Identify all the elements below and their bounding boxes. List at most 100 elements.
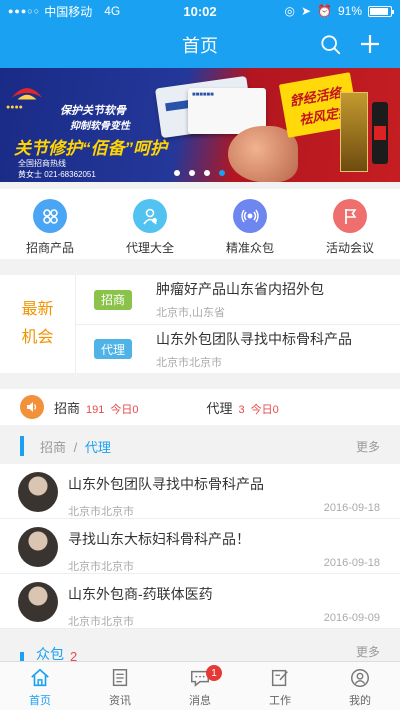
hotline-label: 全国招商热线 [18, 159, 66, 168]
banner-slogan-1: 保护关节软骨 [60, 105, 126, 117]
plus-icon[interactable] [358, 32, 382, 56]
avatar [18, 582, 58, 622]
opportunity-item[interactable]: 代理 山东外包团队寻找中标骨科产品北京市北京市 [76, 324, 400, 373]
list-item-date: 2016-09-18 [323, 557, 380, 569]
tab-label: 我的 [349, 695, 371, 707]
latest-opportunities: 最新 机会 招商 肿瘤好产品山东省内招外包北京市,山东省代理 山东外包团队寻找中标骨… [0, 275, 400, 373]
opportunities-list: 招商 肿瘤好产品山东省内招外包 北京市,山东省 代理 山东外包团队寻找中标骨科产品 北京市… [76, 275, 400, 373]
home-icon [31, 668, 49, 687]
feed-list: 山东外包团队寻找中标骨科产品 北京市北京市 2016-09-18 寻找山东大标妇科骨科… [0, 464, 400, 629]
quick-nav-label: 活动会议 [325, 241, 374, 255]
more-link[interactable]: 更多 [356, 438, 380, 455]
breadcrumb-separator: / [73, 439, 78, 455]
profile-icon [351, 669, 369, 687]
opportunities-title-line1: 最新 [21, 301, 54, 318]
broadcast-icon [233, 199, 267, 233]
section-accent-bar [20, 436, 24, 456]
quick-nav-label: 招商产品 [25, 241, 74, 255]
tab-label: 工作 [269, 695, 291, 707]
news-icon [112, 669, 128, 687]
quick-nav-label: 代理大全 [125, 241, 174, 255]
quick-nav-item[interactable]: 代理大全 [100, 189, 200, 259]
tab-home[interactable]: 首页 [0, 662, 80, 710]
opportunities-title-line2: 机会 [21, 329, 54, 346]
opportunity-item[interactable]: 招商 肿瘤好产品山东省内招外包北京市,山东省 [76, 275, 400, 324]
hotline-number: 黄女士 021-68362051 [18, 170, 96, 179]
tab-bar: 首页 资讯 消息 1 工作 我的 [0, 661, 400, 710]
pager-dot[interactable] [219, 170, 225, 176]
grid-icon [33, 199, 67, 233]
opportunity-title: 肿瘤好产品山东省内招外包 [156, 281, 324, 297]
list-item[interactable]: 山东外包商-药联体医药北京市北京市 2016-09-09 [0, 574, 400, 629]
flag-icon [333, 199, 367, 233]
quick-nav-label: 精准众包 [225, 241, 274, 255]
opportunity-tag: 招商 [94, 289, 132, 310]
list-item-location: 北京市北京市 [68, 561, 134, 573]
tab-profile[interactable]: 我的 [320, 662, 400, 710]
stat-zhaoshang[interactable]: 招商 191 今日0 [54, 398, 139, 417]
speaker-icon [20, 395, 44, 419]
stat-daili[interactable]: 代理 3 今日0 [207, 398, 279, 417]
opportunity-tag: 代理 [94, 339, 132, 359]
avatar [18, 527, 58, 567]
breadcrumb: 招商 / 代理 [40, 437, 111, 456]
quick-nav-item[interactable]: 招商产品 [0, 189, 100, 259]
banner-hotline: 全国招商热线 黄女士 021-68362051 [18, 158, 96, 180]
quick-nav-item[interactable]: 活动会议 [300, 189, 400, 259]
avatar [18, 472, 58, 512]
quick-nav: 招商产品 代理大全 精准众包 活动会议 [0, 189, 400, 259]
pager-dot[interactable] [189, 170, 195, 176]
stats-bar: 招商 191 今日0 代理 3 今日0 [0, 389, 400, 425]
unread-badge: 1 [206, 665, 222, 681]
edit-icon [271, 669, 288, 687]
tab-label: 首页 [29, 695, 51, 707]
tab-label: 消息 [189, 695, 211, 707]
battery-icon [368, 5, 394, 17]
banner-slogan-2: 抑制软骨变性 [70, 121, 130, 132]
tab-message[interactable]: 消息 1 [160, 662, 240, 710]
search-icon[interactable] [320, 34, 342, 56]
brand-name: ●●●● [6, 104, 23, 111]
bottle-box-image [340, 92, 368, 172]
stat-zhaoshang-label: 招商 [54, 400, 81, 416]
promo-banner[interactable]: ●●●● 保护关节软骨 抑制软骨变性 关节修护“佰备”呵护 全国招商热线 黄女士… [0, 68, 400, 182]
page-title: 首页 [182, 36, 218, 56]
tab-zhaoshang[interactable]: 招商 [40, 440, 66, 455]
list-item[interactable]: 寻找山东大标妇科骨科产品！ 北京市北京市 2016-09-18 [0, 519, 400, 574]
list-item-date: 2016-09-09 [323, 612, 380, 624]
opportunity-title: 山东外包团队寻找中标骨科产品 [156, 330, 352, 347]
brand-logo [11, 88, 43, 100]
stat-zhaoshang-today: 今日0 [110, 403, 139, 416]
tab-news[interactable]: 资讯 [80, 662, 160, 710]
nav-bar: 首页 [0, 22, 400, 68]
stat-daili-count: 3 [238, 403, 245, 416]
list-item[interactable]: 山东外包团队寻找中标骨科产品北京市北京市 2016-09-18 [0, 464, 400, 519]
pager-dot[interactable] [204, 170, 210, 176]
list-item-title: 山东外包商-药联体医药 [68, 586, 213, 602]
feed-section-header: 招商 / 代理 更多 [0, 430, 400, 462]
pager-dot[interactable] [174, 170, 180, 176]
bottle-image [372, 102, 388, 164]
list-item-date: 2016-09-18 [323, 502, 380, 514]
tab-daili[interactable]: 代理 [85, 440, 111, 455]
stat-daili-today: 今日0 [250, 403, 279, 416]
tab-label: 资讯 [109, 695, 131, 707]
person-icon [133, 199, 167, 233]
quick-nav-item[interactable]: 精准众包 [200, 189, 300, 259]
opportunities-title: 最新 机会 [0, 275, 76, 373]
status-time: 10:02 [183, 3, 217, 19]
banner-headline: 关节修护“佰备”呵护 [14, 139, 167, 158]
status-bar: ●●●○○ 中国移动 4G 10:02 ◎ ➤ ⏰ 91% [0, 0, 400, 22]
list-item-location: 北京市北京市 [68, 506, 134, 518]
more-link-crowdsource[interactable]: 更多 [356, 643, 380, 660]
top-bar: ●●●○○ 中国移动 4G 10:02 ◎ ➤ ⏰ 91% 首页 [0, 0, 400, 68]
banner-pager[interactable] [174, 170, 225, 176]
stat-daili-label: 代理 [206, 400, 233, 416]
stat-zhaoshang-count: 191 [86, 403, 105, 416]
opportunity-location: 北京市,山东省 [156, 307, 226, 319]
list-item-title: 寻找山东大标妇科骨科产品！ [68, 531, 250, 547]
opportunity-location: 北京市北京市 [156, 356, 222, 369]
list-item-location: 北京市北京市 [68, 616, 134, 628]
tab-edit[interactable]: 工作 [240, 662, 320, 710]
list-item-title: 山东外包团队寻找中标骨科产品 [68, 476, 264, 492]
